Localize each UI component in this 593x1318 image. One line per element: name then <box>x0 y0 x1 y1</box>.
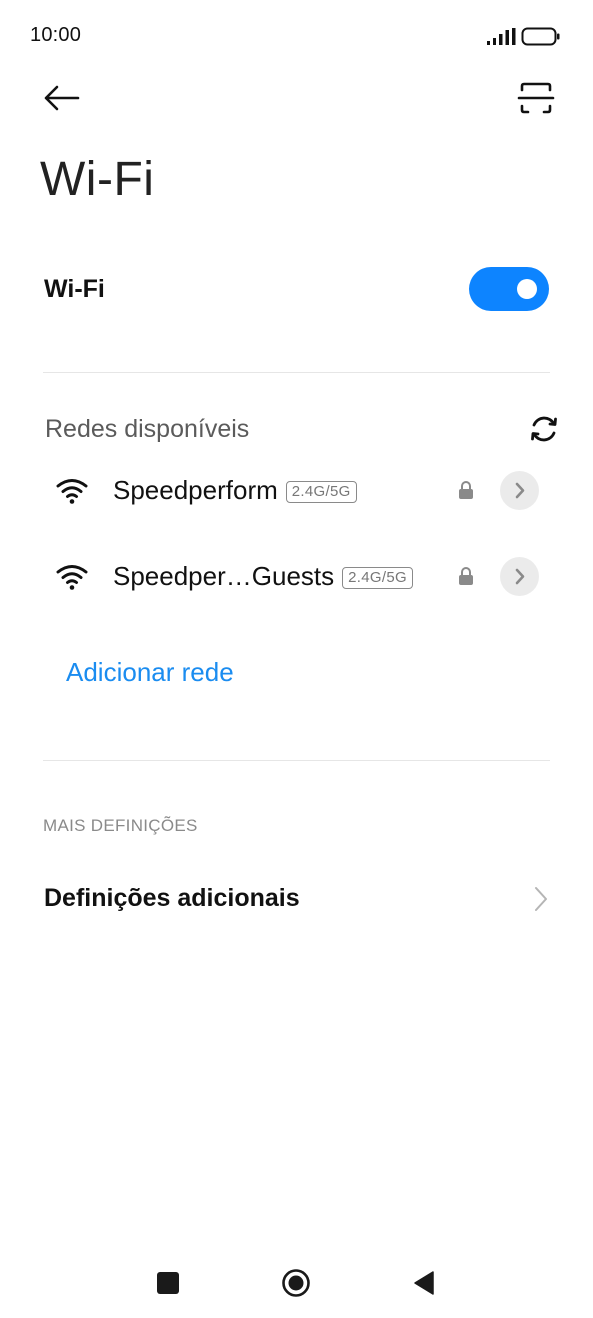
additional-settings-row[interactable]: Definições adicionais <box>0 868 593 930</box>
wifi-toggle-switch[interactable] <box>469 267 549 311</box>
network-ssid: Speedperform <box>113 475 278 505</box>
home-icon[interactable] <box>281 1268 311 1298</box>
divider <box>43 372 550 373</box>
add-network-link[interactable]: Adicionar rede <box>66 657 234 688</box>
wifi-signal-icon <box>56 565 88 590</box>
recents-icon[interactable] <box>157 1272 179 1294</box>
lock-icon <box>459 481 473 499</box>
status-time: 10:00 <box>30 24 82 46</box>
wifi-signal-icon <box>56 479 88 504</box>
wifi-toggle-row[interactable]: Wi-Fi <box>0 258 593 324</box>
lock-icon <box>459 567 473 585</box>
band-badge: 2.4G/5G <box>342 567 413 589</box>
wifi-toggle-label: Wi-Fi <box>44 275 105 303</box>
network-name: Speedperform 2.4G/5G <box>113 475 357 506</box>
chevron-right-icon <box>535 887 547 911</box>
band-badge: 2.4G/5G <box>285 481 357 503</box>
divider <box>43 760 550 761</box>
back-triangle-icon[interactable] <box>413 1270 435 1296</box>
available-networks-header: Redes disponíveis <box>45 415 250 443</box>
page-title: Wi-Fi <box>40 153 155 206</box>
refresh-icon[interactable] <box>527 412 561 446</box>
chevron-right-icon <box>515 568 525 585</box>
network-item[interactable]: Speedperform 2.4G/5G <box>0 461 593 521</box>
signal-icon <box>487 28 516 45</box>
network-ssid: Speedper…Guests <box>113 561 335 591</box>
more-settings-header: MAIS DEFINIÇÕES <box>43 816 198 835</box>
network-details-button[interactable] <box>500 557 539 596</box>
network-item[interactable]: Speedper…Guests 2.4G/5G <box>0 547 593 607</box>
navigation-bar <box>0 1250 593 1318</box>
network-name: Speedper…Guests 2.4G/5G <box>113 561 413 592</box>
qr-scan-icon[interactable] <box>515 78 557 118</box>
back-arrow-icon[interactable] <box>40 80 84 116</box>
chevron-right-icon <box>515 482 525 499</box>
status-bar: 10:00 <box>0 0 593 75</box>
toggle-knob <box>517 279 537 299</box>
network-details-button[interactable] <box>500 471 539 510</box>
additional-settings-label: Definições adicionais <box>44 884 300 912</box>
battery-icon <box>521 27 560 46</box>
